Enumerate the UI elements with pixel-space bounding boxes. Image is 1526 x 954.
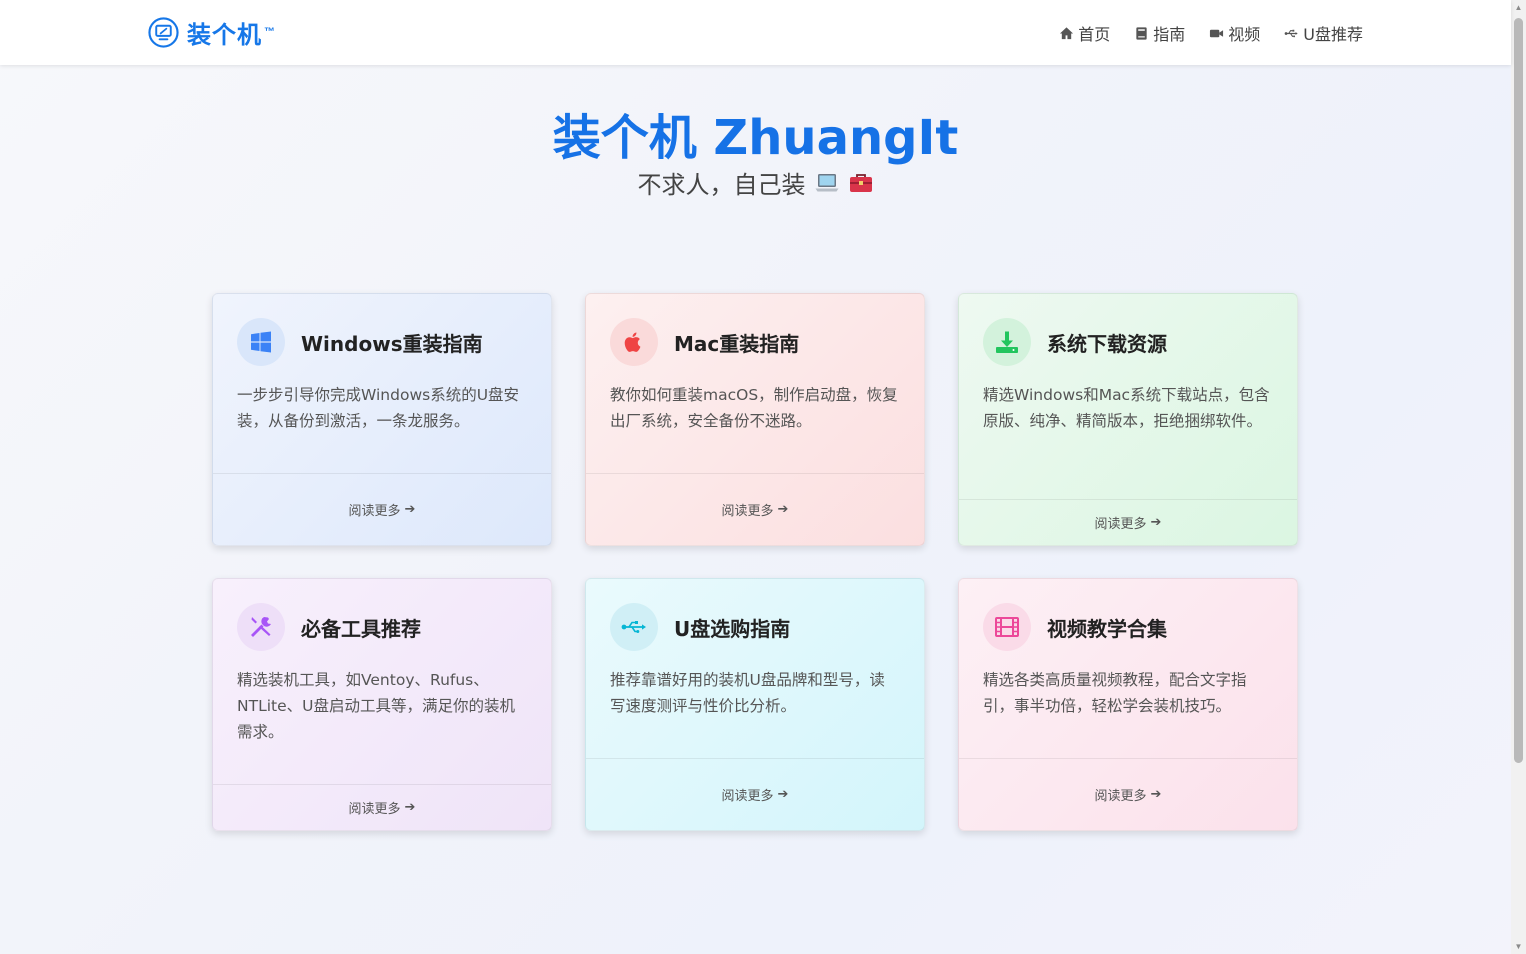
- apple-icon: [624, 332, 641, 352]
- hero-subtitle: 不求人，自己装: [637, 171, 806, 199]
- card-icon-badge: [237, 318, 285, 366]
- read-more-link[interactable]: 阅读更多 ➔: [213, 473, 551, 545]
- nav-item-usb[interactable]: U盘推荐: [1284, 21, 1363, 45]
- card-mac-guide: Mac重装指南 教你如何重装macOS，制作启动盘，恢复出厂系统，安全备份不迷路…: [585, 293, 925, 546]
- read-more-link[interactable]: 阅读更多 ➔: [586, 473, 924, 545]
- card-icon-badge: [983, 318, 1031, 366]
- nav-label: 首页: [1078, 25, 1111, 44]
- arrow-right-icon: ➔: [777, 502, 789, 517]
- card-icon-badge: [610, 603, 658, 651]
- card-title[interactable]: U盘选购指南: [674, 613, 790, 642]
- laptop-emoji-icon: [815, 173, 838, 191]
- brand-trademark: ™: [264, 26, 275, 38]
- card-header: 必备工具推荐: [237, 603, 421, 651]
- card-header: 视频教学合集: [983, 603, 1167, 651]
- card-description: 推荐靠谱好用的装机U盘品牌和型号，读写速度测评与性价比分析。: [610, 671, 885, 715]
- card-description: 教你如何重装macOS，制作启动盘，恢复出厂系统，安全备份不迷路。: [610, 386, 898, 430]
- nav-label: U盘推荐: [1303, 25, 1363, 44]
- card-header: Windows重装指南: [237, 318, 483, 366]
- arrow-right-icon: ➔: [1150, 515, 1162, 530]
- arrow-right-icon: ➔: [404, 800, 416, 815]
- card-video-collection: 视频教学合集 精选各类高质量视频教程，配合文字指引，事半功倍，轻松学会装机技巧。…: [958, 578, 1298, 831]
- hero-subtitle-row: 不求人，自己装: [0, 165, 1511, 200]
- card-description: 精选装机工具，如Ventoy、Rufus、NTLite、U盘启动工具等，满足你的…: [237, 671, 515, 741]
- nav-item-guide[interactable]: 指南: [1134, 21, 1185, 45]
- read-more-link[interactable]: 阅读更多 ➔: [586, 758, 924, 830]
- read-more-link[interactable]: 阅读更多 ➔: [959, 758, 1297, 830]
- home-icon: [1060, 26, 1074, 39]
- nav-label: 指南: [1153, 25, 1186, 44]
- main-nav: 首页 指南 视频 U盘推荐: [1059, 21, 1363, 45]
- card-icon-badge: [983, 603, 1031, 651]
- card-header: U盘选购指南: [610, 603, 790, 651]
- book-icon: [1136, 26, 1147, 40]
- card-usb-guide: U盘选购指南 推荐靠谱好用的装机U盘品牌和型号，读写速度测评与性价比分析。 阅读…: [585, 578, 925, 831]
- card-description: 一步步引导你完成Windows系统的U盘安装，从备份到激活，一条龙服务。: [237, 386, 520, 430]
- nav-item-home[interactable]: 首页: [1059, 21, 1110, 45]
- card-title[interactable]: Windows重装指南: [301, 328, 483, 357]
- card-tools: 必备工具推荐 精选装机工具，如Ventoy、Rufus、NTLite、U盘启动工…: [212, 578, 552, 831]
- scrollbar-thumb[interactable]: [1514, 18, 1523, 763]
- film-icon: [995, 617, 1019, 637]
- scroll-down-arrow-icon[interactable]: ▼: [1511, 939, 1526, 954]
- toolbox-emoji-icon: [849, 173, 872, 192]
- read-more-label: 阅读更多: [348, 802, 401, 817]
- read-more-label: 阅读更多: [721, 789, 774, 804]
- read-more-label: 阅读更多: [1094, 517, 1147, 532]
- read-more-label: 阅读更多: [348, 504, 401, 519]
- card-system-downloads: 系统下载资源 精选Windows和Mac系统下载站点，包含原版、纯净、精简版本，…: [958, 293, 1298, 546]
- read-more-link[interactable]: 阅读更多 ➔: [213, 784, 551, 830]
- read-more-label: 阅读更多: [721, 504, 774, 519]
- card-header: Mac重装指南: [610, 318, 799, 366]
- card-title[interactable]: 系统下载资源: [1047, 328, 1167, 357]
- card-title[interactable]: 必备工具推荐: [301, 613, 421, 642]
- logo-icon: [148, 16, 179, 48]
- card-description: 精选Windows和Mac系统下载站点，包含原版、纯净、精简版本，拒绝捆绑软件。: [983, 386, 1270, 430]
- windows-icon: [251, 331, 271, 353]
- scroll-up-arrow-icon[interactable]: ▲: [1511, 0, 1526, 15]
- arrow-right-icon: ➔: [404, 502, 416, 517]
- top-navbar: 装个机 ™ 首页 指南 视频 U盘推荐: [0, 0, 1511, 65]
- brand-logo-link[interactable]: 装个机 ™: [148, 16, 275, 49]
- tools-icon: [251, 617, 271, 637]
- nav-label: 视频: [1228, 25, 1261, 44]
- hero-title: 装个机 ZhuangIt: [552, 110, 959, 166]
- card-description: 精选各类高质量视频教程，配合文字指引，事半功倍，轻松学会装机技巧。: [983, 671, 1247, 715]
- arrow-right-icon: ➔: [777, 787, 789, 802]
- brand-name: 装个机: [187, 20, 262, 49]
- card-windows-guide: Windows重装指南 一步步引导你完成Windows系统的U盘安装，从备份到激…: [212, 293, 552, 546]
- card-icon-badge: [237, 603, 285, 651]
- download-icon: [996, 331, 1018, 353]
- arrow-right-icon: ➔: [1150, 787, 1162, 802]
- card-header: 系统下载资源: [983, 318, 1167, 366]
- page-scrollbar[interactable]: ▲ ▼: [1511, 0, 1526, 954]
- nav-item-video[interactable]: 视频: [1209, 21, 1260, 45]
- card-icon-badge: [610, 318, 658, 366]
- read-more-label: 阅读更多: [1094, 789, 1147, 804]
- usb-icon: [1284, 29, 1298, 37]
- video-icon: [1210, 29, 1224, 37]
- card-title[interactable]: Mac重装指南: [674, 328, 799, 357]
- read-more-link[interactable]: 阅读更多 ➔: [959, 499, 1297, 545]
- card-title[interactable]: 视频教学合集: [1047, 613, 1167, 642]
- usb-icon: [621, 621, 646, 633]
